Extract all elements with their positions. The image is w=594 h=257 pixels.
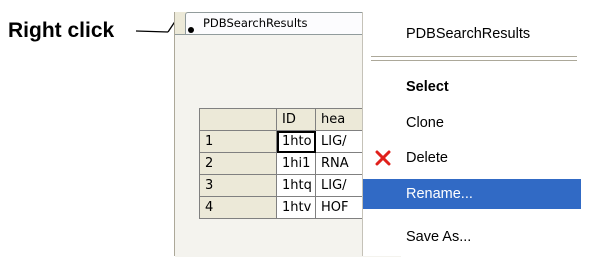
- column-header-id[interactable]: ID: [276, 108, 316, 131]
- row-number[interactable]: 1: [199, 130, 277, 153]
- context-menu: PDBSearchResults Select Clone Delete Ren…: [362, 12, 581, 256]
- id-cell[interactable]: 1hto: [276, 130, 316, 153]
- menu-item-delete-label: Delete: [406, 150, 448, 166]
- row-number[interactable]: 2: [199, 152, 277, 175]
- delete-x-icon: [375, 150, 391, 166]
- table-row[interactable]: 3 1htq LIG/: [199, 174, 376, 197]
- menu-item-delete[interactable]: Delete: [363, 143, 581, 173]
- column-header-corner[interactable]: [199, 108, 277, 131]
- menu-separator: [371, 60, 577, 62]
- tab-label: PDBSearchResults: [203, 16, 308, 30]
- menu-separator: [371, 56, 577, 58]
- menu-item-select[interactable]: Select: [363, 72, 581, 102]
- table-header-row: ID hea: [199, 108, 376, 131]
- id-cell[interactable]: 1htv: [276, 196, 316, 219]
- row-number[interactable]: 3: [199, 174, 277, 197]
- menu-title-pdbsearchresults[interactable]: PDBSearchResults: [363, 19, 581, 49]
- tab-pdbsearchresults[interactable]: PDBSearchResults: [185, 12, 375, 34]
- row-number[interactable]: 4: [199, 196, 277, 219]
- table-row[interactable]: 4 1htv HOF: [199, 196, 376, 219]
- results-table: ID hea 1 1hto LIG/ 2 1hi1 RNA 3 1htq LIG…: [199, 108, 376, 219]
- id-cell[interactable]: 1hi1: [276, 152, 316, 175]
- click-point-dot: [188, 27, 194, 33]
- id-cell[interactable]: 1htq: [276, 174, 316, 197]
- table-row[interactable]: 2 1hi1 RNA: [199, 152, 376, 175]
- menu-item-clone[interactable]: Clone: [363, 108, 581, 138]
- menu-item-rename[interactable]: Rename...: [363, 179, 581, 209]
- table-row[interactable]: 1 1hto LIG/: [199, 130, 376, 153]
- menu-item-save-as[interactable]: Save As...: [363, 222, 581, 252]
